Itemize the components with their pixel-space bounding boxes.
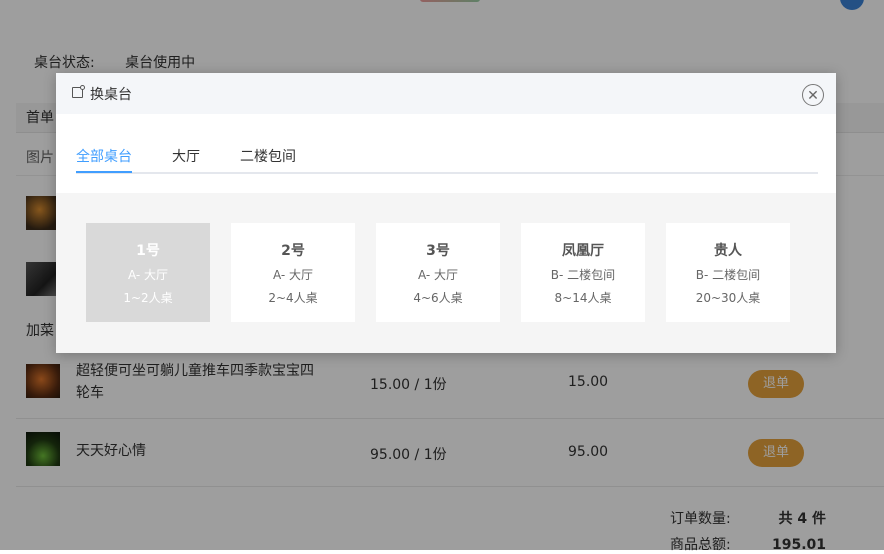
table-card-area: A- 大厅: [127, 268, 169, 282]
table-card-name: 2号: [281, 243, 305, 259]
table-card-area: B- 二楼包间: [695, 268, 761, 282]
table-card-capacity: 2~4人桌: [268, 291, 318, 305]
table-card-name: 1号: [136, 243, 160, 259]
close-icon[interactable]: ✕: [802, 84, 824, 106]
table-card-name: 贵人: [714, 243, 742, 259]
table-card[interactable]: 3号 A- 大厅 4~6人桌: [376, 223, 500, 322]
dialog-header: 换桌台 ✕: [56, 73, 836, 114]
table-card-capacity: 1~2人桌: [123, 291, 173, 305]
table-card-area: B- 二楼包间: [550, 268, 616, 282]
table-grid: 1号 A- 大厅 1~2人桌 2号 A- 大厅 2~4人桌 3号 A- 大厅 4…: [56, 193, 836, 353]
switch-table-icon: [72, 85, 85, 98]
table-card[interactable]: 凤凰厅 B- 二楼包间 8~14人桌: [521, 223, 645, 322]
table-card-area: A- 大厅: [417, 268, 459, 282]
change-table-dialog: 换桌台 ✕ 全部桌台 大厅 二楼包间 1号 A- 大厅 1~2人桌 2号 A- …: [56, 73, 836, 353]
table-card[interactable]: 贵人 B- 二楼包间 20~30人桌: [666, 223, 790, 322]
table-card-name: 3号: [426, 243, 450, 259]
table-card-area: A- 大厅: [272, 268, 314, 282]
table-card[interactable]: 1号 A- 大厅 1~2人桌: [86, 223, 210, 322]
tab-second-floor-rooms[interactable]: 二楼包间: [240, 146, 296, 166]
dialog-title: 换桌台: [90, 87, 132, 103]
table-card-capacity: 4~6人桌: [413, 291, 463, 305]
active-tab-indicator: [76, 171, 132, 173]
table-card-capacity: 8~14人桌: [554, 291, 612, 305]
tab-hall[interactable]: 大厅: [172, 146, 200, 166]
table-filter-tabs: 全部桌台 大厅 二楼包间: [76, 114, 818, 174]
table-card-name: 凤凰厅: [562, 243, 604, 259]
table-card-capacity: 20~30人桌: [695, 291, 761, 305]
tab-all-tables[interactable]: 全部桌台: [76, 146, 132, 166]
table-card[interactable]: 2号 A- 大厅 2~4人桌: [231, 223, 355, 322]
